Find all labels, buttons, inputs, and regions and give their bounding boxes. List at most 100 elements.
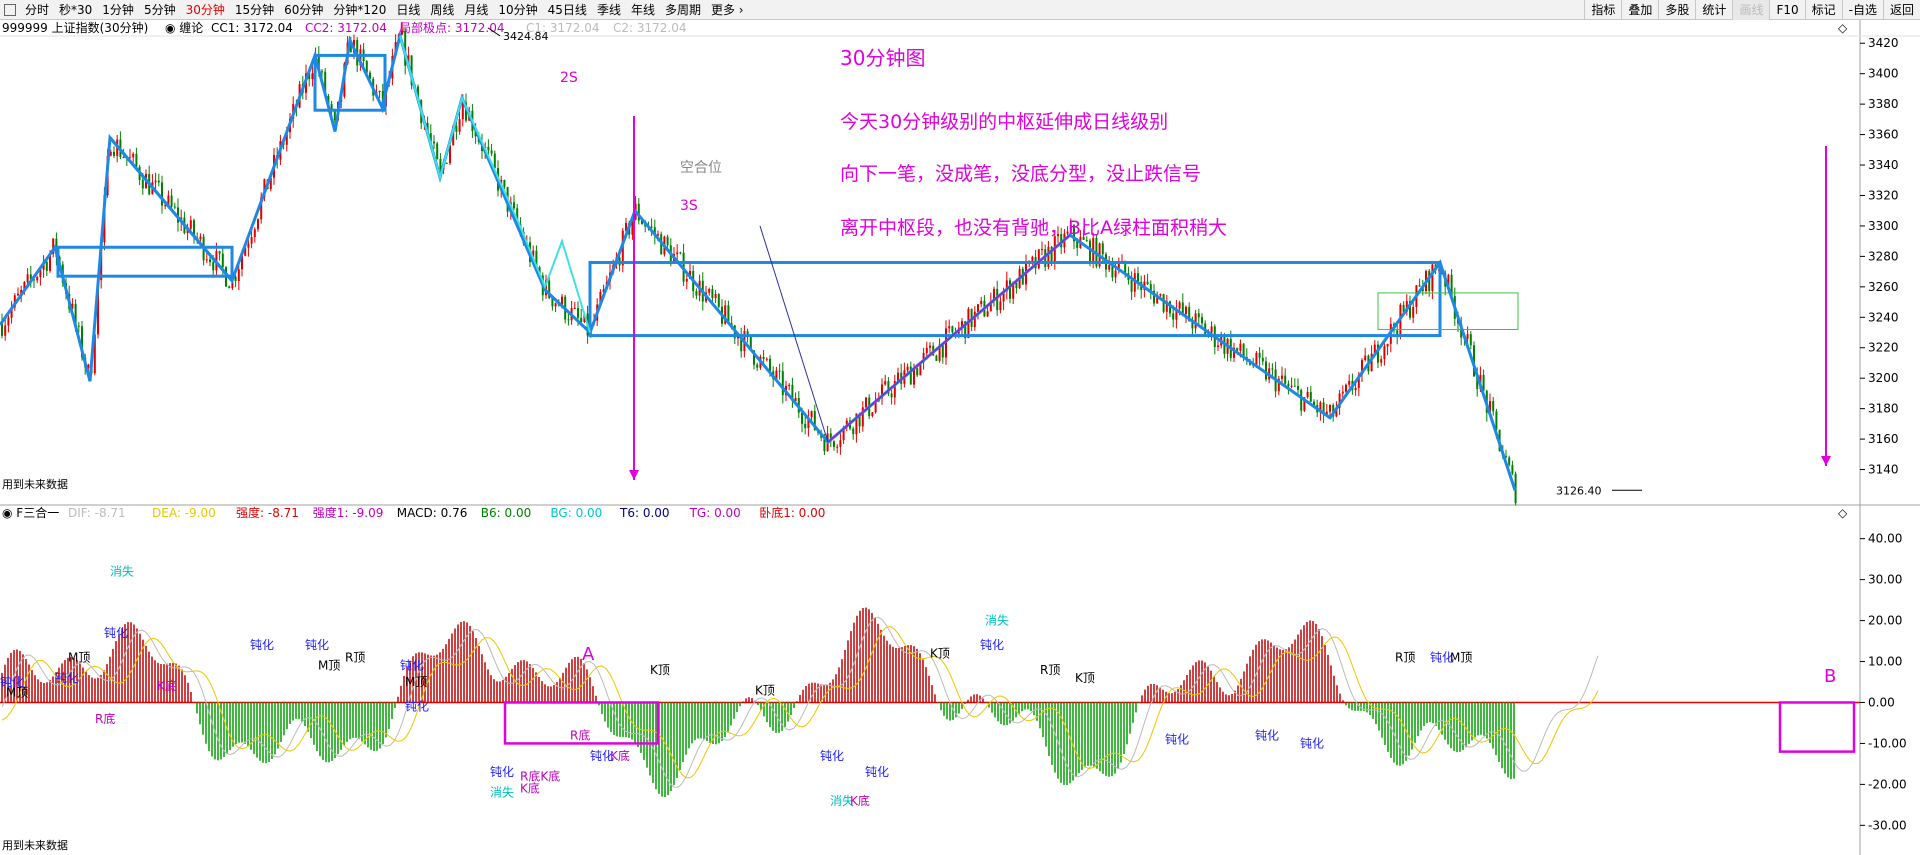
chart-canvas[interactable]: 3420 3400 3380 3360 3340 3320 3300 3280 3260 3240…	[0, 20, 1920, 855]
right-tool-8[interactable]: 返回	[1882, 0, 1920, 20]
candle-body	[36, 276, 39, 281]
candle-body	[871, 412, 874, 417]
tab-1[interactable]: 秒*30	[54, 0, 97, 20]
candle-body	[1197, 313, 1200, 318]
candle-body	[839, 440, 842, 447]
lower-info-2: 强度: -8.71	[236, 505, 299, 520]
macd-label-31: R顶	[1040, 663, 1060, 677]
candle-body	[250, 237, 253, 244]
tab-3[interactable]: 5分钟	[139, 0, 181, 20]
right-tool-0[interactable]: 指标	[1584, 0, 1621, 20]
gap-label: 空合位	[680, 160, 722, 176]
tab-2[interactable]: 1分钟	[97, 0, 139, 20]
macd-label-5: 钝化	[104, 626, 128, 640]
lower-tick-label-5: -10.00	[1868, 736, 1907, 750]
candle-body	[999, 301, 1002, 311]
candle-body	[490, 150, 493, 154]
tab-15[interactable]: 多周期	[660, 0, 706, 20]
candle-body	[1261, 357, 1264, 362]
lower-info-3: 强度1: -9.09	[313, 505, 384, 520]
layout-icon[interactable]	[4, 3, 16, 16]
tab-8[interactable]: 日线	[391, 0, 425, 20]
candle-body	[810, 411, 813, 418]
upper-tick-label-4: 3340	[1868, 158, 1899, 172]
candle-body	[676, 252, 679, 255]
upper-tick-label-0: 3420	[1868, 36, 1899, 50]
candle-body	[554, 303, 557, 307]
candle-body	[77, 325, 80, 327]
candle-body	[1469, 334, 1472, 346]
candle-body	[1159, 294, 1162, 296]
low-label: 3126.40	[1556, 484, 1602, 497]
macd-label-12: 钝化	[400, 659, 424, 673]
candle-body	[1290, 385, 1293, 387]
tab-10[interactable]: 月线	[459, 0, 493, 20]
tab-16[interactable]: 更多 ›	[706, 0, 749, 20]
macd-label-15: 钝化	[490, 765, 514, 779]
candle-body	[189, 220, 192, 229]
label-a: A	[582, 644, 595, 665]
candle-body	[237, 269, 240, 282]
lower-info-7: T6: 0.00	[619, 506, 670, 520]
candle-body	[161, 182, 163, 206]
candle-body	[1009, 280, 1011, 299]
macd-label-28: 消失	[985, 613, 1009, 628]
candle-body	[212, 262, 215, 271]
candle-body	[679, 252, 682, 254]
tab-14[interactable]: 年线	[626, 0, 660, 20]
candle-body	[1114, 270, 1117, 278]
right-tool-4[interactable]: 画线	[1732, 0, 1770, 20]
candle-body	[980, 300, 983, 305]
tab-11[interactable]: 10分钟	[493, 0, 542, 20]
right-tool-6[interactable]: 标记	[1804, 0, 1842, 20]
candle-body	[1239, 343, 1242, 351]
candle-body	[977, 304, 979, 312]
candle-body	[935, 355, 938, 361]
candle-body	[132, 153, 135, 158]
right-tool-7[interactable]: -自选	[1841, 0, 1883, 20]
macd-label-33: 钝化	[1165, 732, 1189, 746]
right-tool-2[interactable]: 多股	[1658, 0, 1695, 20]
candle-body	[865, 397, 867, 408]
diamond-icon-lower: ◇	[1838, 506, 1848, 520]
tab-4[interactable]: 30分钟	[181, 0, 230, 20]
future-data-upper: 用到未来数据	[2, 477, 68, 491]
candle-body	[436, 143, 439, 160]
candle-body	[1037, 249, 1040, 269]
candle-body	[1511, 464, 1514, 474]
candle-body	[1271, 368, 1274, 370]
future-data-lower: 用到未来数据	[2, 838, 68, 852]
tab-0[interactable]: 分时	[20, 0, 54, 20]
candle-body	[378, 91, 381, 93]
tab-9[interactable]: 周线	[425, 0, 459, 20]
candle-body	[833, 441, 835, 447]
macd-label-34: 钝化	[1255, 728, 1279, 742]
macd-label-23: K顶	[755, 683, 775, 697]
candle-body	[1386, 343, 1389, 347]
candle-body	[1284, 375, 1287, 384]
tab-13[interactable]: 季线	[592, 0, 626, 20]
right-tool-3[interactable]: 统计	[1695, 0, 1732, 20]
right-tool-1[interactable]: 叠加	[1621, 0, 1658, 20]
candle-body	[1041, 249, 1043, 251]
right-toolbar: 指标 叠加 多股 统计 画线 F10 标记 -自选 返回	[1584, 0, 1920, 20]
tab-7[interactable]: 分钟*120	[328, 0, 391, 20]
candle-body	[1492, 401, 1495, 412]
upper-tick-label-7: 3280	[1868, 249, 1899, 263]
tab-6[interactable]: 60分钟	[279, 0, 328, 20]
candle-body	[1130, 280, 1133, 292]
candle-body	[1146, 281, 1149, 285]
candle-body	[573, 308, 576, 310]
right-tool-5[interactable]: F10	[1769, 0, 1804, 20]
macd-label-2: 钝化	[55, 671, 79, 685]
candle-body	[17, 293, 19, 296]
upper-tick-label-6: 3300	[1868, 219, 1899, 233]
tab-5[interactable]: 15分钟	[230, 0, 279, 20]
tab-12[interactable]: 45日线	[543, 0, 592, 20]
candle-body	[209, 259, 211, 263]
candle-body	[1293, 385, 1296, 387]
candle-body	[205, 259, 208, 261]
annotation-title: 30分钟图	[840, 46, 925, 70]
candle-body	[173, 206, 176, 208]
candle-body	[717, 294, 720, 307]
